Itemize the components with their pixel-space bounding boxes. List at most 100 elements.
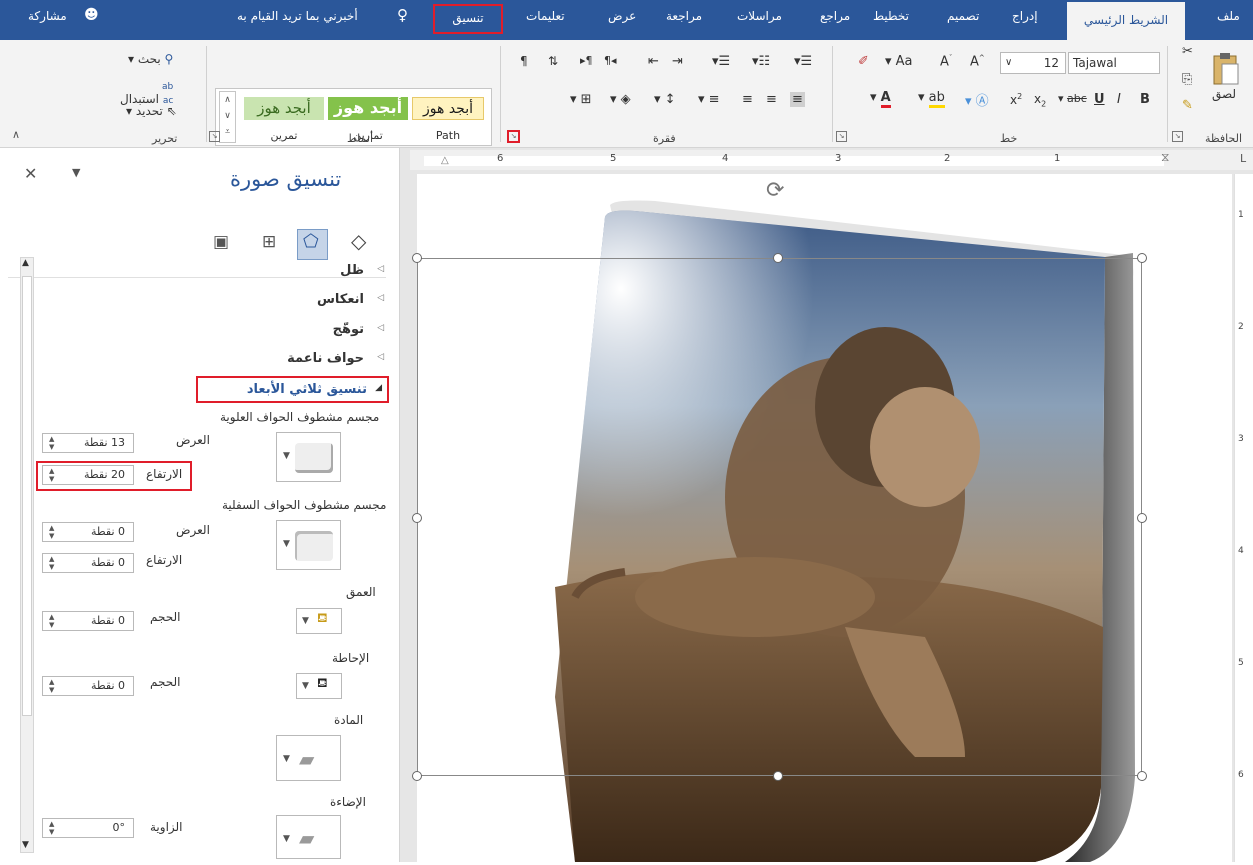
selected-picture[interactable]	[545, 197, 1143, 863]
justify-icon[interactable]: ▾ ≡	[698, 92, 720, 107]
select-button[interactable]: ⇖ تحديد ▾	[126, 104, 177, 118]
tab-insert[interactable]: إدراج	[1012, 9, 1038, 23]
resize-handle[interactable]	[412, 513, 422, 523]
bottom-bevel-height-spinner[interactable]: ▲ ▼ 0 نقطة	[42, 553, 134, 573]
clipboard-launcher-icon[interactable]: ↘	[1172, 131, 1183, 142]
tab-view[interactable]: عرض	[608, 9, 636, 23]
pane-options-icon[interactable]: ▼	[72, 166, 80, 179]
depth-size-spinner[interactable]: ▲ ▼ 0 نقطة	[42, 611, 134, 631]
align-right-icon[interactable]: ≡	[790, 92, 805, 107]
layout-properties-icon[interactable]: ⊞	[262, 232, 276, 252]
tab-references[interactable]: مراجع	[820, 9, 850, 23]
pane-scrollbar[interactable]: ▲ ▼	[20, 257, 34, 853]
underline-icon[interactable]: U	[1094, 92, 1105, 107]
resize-handle[interactable]	[1137, 513, 1147, 523]
resize-handle[interactable]	[412, 771, 422, 781]
cut-icon[interactable]: ✂	[1182, 44, 1193, 59]
increase-indent-icon[interactable]: ⇥	[672, 54, 683, 69]
copy-icon[interactable]: ⎘	[1182, 72, 1192, 87]
font-size-combo[interactable]: ∨ 12	[1000, 52, 1066, 74]
font-color-icon[interactable]: ▾ A	[870, 90, 891, 108]
styles-launcher-icon[interactable]: ↘	[209, 131, 220, 142]
align-left-icon[interactable]: ≡	[742, 92, 753, 107]
multilevel-list-icon[interactable]: ▾☰	[712, 54, 730, 69]
angle-spinner[interactable]: ▲ ▼ 0°	[42, 818, 134, 838]
style-exercises-preview[interactable]: أبجد هوز	[328, 97, 408, 120]
gallery-scroll[interactable]: ∧ ∨ ⩡	[219, 91, 236, 143]
tab-mailings[interactable]: مراسلات	[737, 9, 782, 23]
share-button[interactable]: مشاركة	[28, 9, 67, 23]
contour-size-spinner[interactable]: ▲ ▼ 0 نقطة	[42, 676, 134, 696]
bullets-icon[interactable]: ▾☰	[794, 54, 812, 69]
style-path-preview[interactable]: أبجد هوز	[412, 97, 484, 120]
top-bevel-height-spinner[interactable]: ▲ ▼ 20 نقطة	[42, 465, 134, 485]
bottom-bevel-preset[interactable]: ▼	[276, 520, 341, 570]
strikethrough-icon[interactable]: ▾ abc	[1058, 92, 1087, 105]
resize-handle[interactable]	[412, 253, 422, 263]
format-painter-icon[interactable]: ✎	[1182, 98, 1193, 113]
show-marks-icon[interactable]: ¶	[520, 54, 528, 68]
shading-icon[interactable]: ▾ ◈	[610, 92, 631, 107]
paste-button[interactable]: لصق	[1212, 87, 1236, 101]
sort-icon[interactable]: ⇅	[548, 54, 558, 68]
fill-line-icon[interactable]: ◇	[351, 229, 366, 253]
depth-color-picker[interactable]: ▼ ⛾	[296, 608, 342, 634]
top-bevel-width-spinner[interactable]: ▲ ▼ 13 نقطة	[42, 433, 134, 453]
rtl-direction-icon[interactable]: ¶◂	[604, 54, 617, 67]
clear-formatting-icon[interactable]: ✐	[858, 54, 869, 69]
collapse-ribbon-icon[interactable]: ∧	[12, 128, 20, 141]
paste-icon[interactable]	[1208, 50, 1242, 92]
decrease-indent-icon[interactable]: ⇤	[648, 54, 659, 69]
grow-font-icon[interactable]: A^	[970, 54, 985, 69]
tab-design[interactable]: تصميم	[947, 9, 979, 23]
tab-home[interactable]: الشريط الرئيسي	[1067, 2, 1185, 40]
paragraph-launcher-icon[interactable]: ↘	[507, 130, 520, 143]
resize-handle[interactable]	[773, 771, 783, 781]
superscript-icon[interactable]: x2	[1010, 92, 1022, 107]
scroll-thumb[interactable]	[22, 276, 32, 716]
resize-handle[interactable]	[773, 253, 783, 263]
rotate-handle-icon[interactable]: ⟳	[766, 178, 784, 203]
tab-layout[interactable]: تخطيط	[873, 9, 909, 23]
bottom-bevel-width-spinner[interactable]: ▲ ▼ 0 نقطة	[42, 522, 134, 542]
font-name-combo[interactable]: Tajawal	[1068, 52, 1160, 74]
picture-icon[interactable]: ▣	[213, 232, 229, 252]
tab-file[interactable]: ملف	[1217, 9, 1240, 23]
scroll-up-icon[interactable]: ▲	[22, 258, 29, 268]
find-button[interactable]: ⚲ بحث ▾	[128, 52, 173, 66]
vertical-ruler[interactable]	[1234, 174, 1253, 862]
replace-button[interactable]: ab ac استبدال	[120, 78, 173, 106]
top-bevel-preset[interactable]: ▼	[276, 432, 341, 482]
text-effects-icon[interactable]: ▾ Ⓐ	[965, 90, 989, 109]
section-shadow[interactable]: ظل ◁	[310, 263, 390, 281]
subscript-icon[interactable]: x2	[1034, 92, 1046, 108]
bold-icon[interactable]: B	[1140, 92, 1150, 107]
change-case-icon[interactable]: ▾ Aa	[885, 54, 913, 69]
indent-marker-icon[interactable]: ⧖	[1161, 150, 1169, 165]
highlight-color-icon[interactable]: ▾ ab	[918, 90, 945, 108]
tab-format[interactable]: تنسيق	[433, 4, 503, 34]
tell-me-search[interactable]: أخبرني بما تريد القيام به	[237, 9, 358, 23]
borders-icon[interactable]: ▾ ⊞	[570, 92, 592, 107]
resize-handle[interactable]	[1137, 253, 1147, 263]
section-soft-edges[interactable]: حواف ناعمة ◁	[260, 351, 390, 369]
lighting-preset[interactable]: ▼ ▰	[276, 815, 341, 859]
close-icon[interactable]: ✕	[24, 164, 37, 183]
numbering-icon[interactable]: ▾☷	[752, 54, 770, 69]
resize-handle[interactable]	[1137, 771, 1147, 781]
style-exercise-preview[interactable]: أبجد هوز	[244, 97, 324, 120]
section-3d-format[interactable]: تنسيق ثلاثي الأبعاد ◢	[196, 376, 389, 403]
shrink-font-icon[interactable]: Aˇ	[940, 54, 952, 69]
tab-review[interactable]: مراجعة	[666, 9, 702, 23]
contour-color-picker[interactable]: ▼ ⛾	[296, 673, 342, 699]
material-preset[interactable]: ▼ ▰	[276, 735, 341, 781]
line-spacing-icon[interactable]: ▾ ↕	[654, 92, 676, 107]
font-launcher-icon[interactable]: ↘	[836, 131, 847, 142]
center-icon[interactable]: ≡	[766, 92, 777, 107]
ltr-direction-icon[interactable]: ▸¶	[580, 54, 593, 67]
section-reflection[interactable]: انعكاس ◁	[300, 292, 390, 310]
indent-marker-icon[interactable]: △	[441, 155, 449, 166]
scroll-down-icon[interactable]: ▼	[22, 840, 29, 850]
effects-tab[interactable]: ⬠	[297, 229, 328, 260]
section-glow[interactable]: توهّج ◁	[300, 322, 390, 340]
